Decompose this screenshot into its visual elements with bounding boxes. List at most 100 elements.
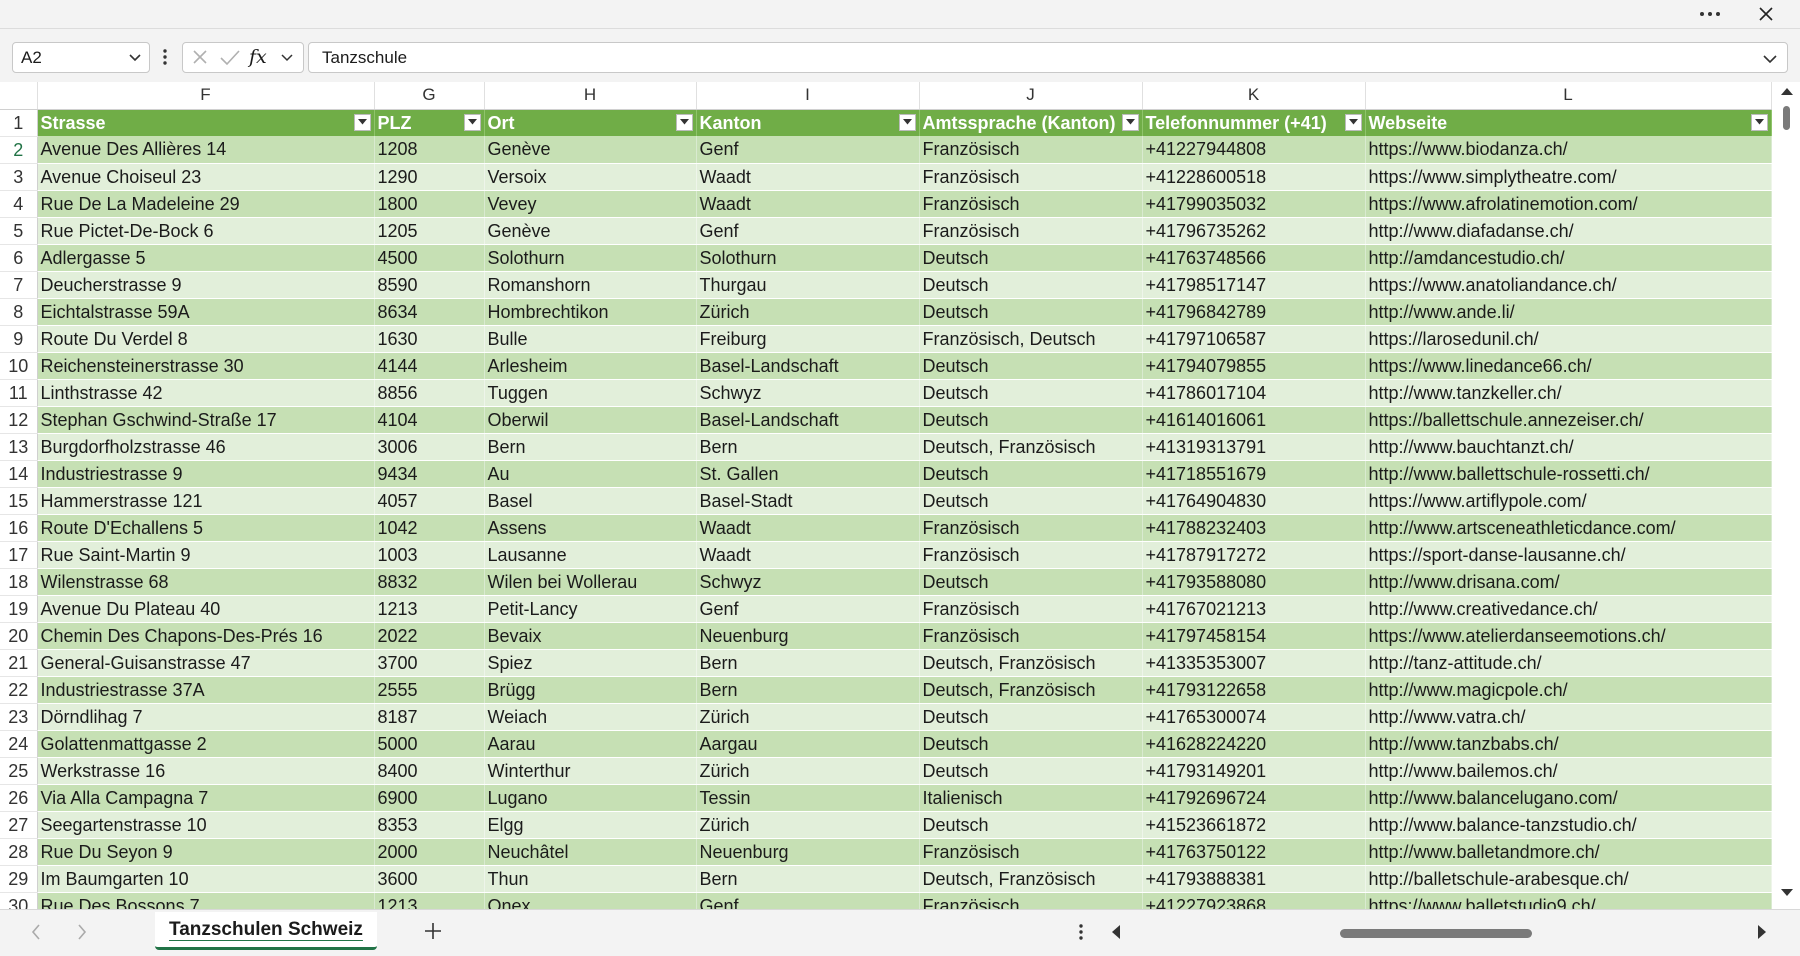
table-cell[interactable]: http://www.tanzbabs.ch/ — [1365, 730, 1772, 758]
table-cell[interactable]: Schwyz — [696, 379, 920, 407]
table-cell[interactable]: Brügg — [484, 676, 697, 704]
table-cell[interactable]: Deutsch — [919, 730, 1143, 758]
table-cell[interactable]: Aargau — [696, 730, 920, 758]
table-cell[interactable]: Basel — [484, 487, 697, 515]
table-cell[interactable]: Seegartenstrasse 10 — [37, 811, 375, 839]
row-number[interactable]: 21 — [0, 649, 38, 677]
table-cell[interactable]: 6900 — [374, 784, 485, 812]
table-cell[interactable]: 2000 — [374, 838, 485, 866]
table-cell[interactable]: Basel-Landschaft — [696, 352, 920, 380]
row-number[interactable]: 19 — [0, 595, 38, 623]
table-cell[interactable]: Französisch — [919, 595, 1143, 623]
table-cell[interactable]: +41765300074 — [1142, 703, 1366, 731]
table-cell[interactable]: Neuenburg — [696, 838, 920, 866]
table-cell[interactable]: Französisch, Deutsch — [919, 325, 1143, 353]
table-cell[interactable]: Freiburg — [696, 325, 920, 353]
table-cell[interactable]: Genève — [484, 217, 697, 245]
column-header[interactable]: I — [696, 82, 920, 110]
table-cell[interactable]: Genf — [696, 136, 920, 164]
expand-formula-bar-icon[interactable] — [1761, 49, 1779, 67]
table-cell[interactable]: http://www.diafadanse.ch/ — [1365, 217, 1772, 245]
formula-input[interactable]: Tanzschule — [308, 42, 1788, 73]
table-cell[interactable]: Lugano — [484, 784, 697, 812]
cancel-entry-icon[interactable] — [191, 48, 209, 71]
column-header[interactable]: L — [1365, 82, 1772, 110]
table-cell[interactable]: 8856 — [374, 379, 485, 407]
row-number[interactable]: 27 — [0, 811, 38, 839]
table-cell[interactable]: https://www.anatoliandance.ch/ — [1365, 271, 1772, 299]
header-cell[interactable]: Telefonnummer (+41) — [1142, 109, 1366, 136]
table-cell[interactable]: +41796735262 — [1142, 217, 1366, 245]
table-cell[interactable]: Bevaix — [484, 622, 697, 650]
header-cell[interactable]: Webseite — [1365, 109, 1772, 136]
more-options-button[interactable] — [1690, 2, 1730, 26]
column-header[interactable]: G — [374, 82, 485, 110]
table-cell[interactable]: Linthstrasse 42 — [37, 379, 375, 407]
table-cell[interactable]: +41794079855 — [1142, 352, 1366, 380]
table-cell[interactable]: Onex — [484, 892, 697, 909]
table-cell[interactable]: Avenue Des Allières 14 — [37, 136, 375, 164]
table-cell[interactable]: +41228600518 — [1142, 163, 1366, 191]
table-cell[interactable]: Burgdorfholzstrasse 46 — [37, 433, 375, 461]
sheet-tab-tanzschulen-schweiz[interactable]: Tanzschulen Schweiz — [155, 912, 377, 950]
table-cell[interactable]: Deucherstrasse 9 — [37, 271, 375, 299]
table-cell[interactable]: Deutsch — [919, 703, 1143, 731]
table-cell[interactable]: Stephan Gschwind-Straße 17 — [37, 406, 375, 434]
table-cell[interactable]: 2555 — [374, 676, 485, 704]
row-number[interactable]: 10 — [0, 352, 38, 380]
table-cell[interactable]: Zürich — [696, 703, 920, 731]
table-cell[interactable]: https://www.atelierdanseemotions.ch/ — [1365, 622, 1772, 650]
table-cell[interactable]: Französisch — [919, 514, 1143, 542]
scroll-left-icon[interactable] — [1110, 924, 1122, 940]
table-cell[interactable]: Solothurn — [696, 244, 920, 272]
table-cell[interactable]: +41718551679 — [1142, 460, 1366, 488]
row-number[interactable]: 2 — [0, 136, 38, 164]
row-number[interactable]: 3 — [0, 163, 38, 191]
row-number[interactable]: 1 — [0, 109, 38, 137]
table-cell[interactable]: Tuggen — [484, 379, 697, 407]
header-cell[interactable]: PLZ — [374, 109, 485, 136]
table-cell[interactable]: Elgg — [484, 811, 697, 839]
table-cell[interactable]: +41763750122 — [1142, 838, 1366, 866]
row-number[interactable]: 26 — [0, 784, 38, 812]
table-cell[interactable]: 1205 — [374, 217, 485, 245]
table-cell[interactable]: Deutsch — [919, 271, 1143, 299]
row-number[interactable]: 5 — [0, 217, 38, 245]
table-cell[interactable]: Italienisch — [919, 784, 1143, 812]
table-cell[interactable]: Deutsch — [919, 811, 1143, 839]
table-cell[interactable]: Bern — [696, 649, 920, 677]
table-cell[interactable]: http://www.bauchtanzt.ch/ — [1365, 433, 1772, 461]
table-cell[interactable]: https://larosedunil.ch/ — [1365, 325, 1772, 353]
name-box[interactable]: A2 — [12, 42, 150, 73]
row-number[interactable]: 17 — [0, 541, 38, 569]
table-cell[interactable]: http://www.magicpole.ch/ — [1365, 676, 1772, 704]
close-button[interactable] — [1746, 2, 1786, 26]
table-cell[interactable]: Schwyz — [696, 568, 920, 596]
table-cell[interactable]: 4057 — [374, 487, 485, 515]
table-cell[interactable]: Thun — [484, 865, 697, 893]
table-cell[interactable]: 1213 — [374, 595, 485, 623]
filter-dropdown-icon[interactable] — [1344, 113, 1362, 131]
function-chevron-icon[interactable] — [279, 48, 295, 71]
table-cell[interactable]: Wilen bei Wollerau — [484, 568, 697, 596]
table-cell[interactable]: +41793588080 — [1142, 568, 1366, 596]
row-number[interactable]: 15 — [0, 487, 38, 515]
table-cell[interactable]: General-Guisanstrasse 47 — [37, 649, 375, 677]
table-cell[interactable]: Zürich — [696, 757, 920, 785]
table-cell[interactable]: Au — [484, 460, 697, 488]
table-cell[interactable]: +41614016061 — [1142, 406, 1366, 434]
table-cell[interactable]: Solothurn — [484, 244, 697, 272]
vertical-scroll-thumb[interactable] — [1783, 106, 1790, 130]
table-cell[interactable]: Tessin — [696, 784, 920, 812]
table-cell[interactable]: 1003 — [374, 541, 485, 569]
table-cell[interactable]: http://www.tanzkeller.ch/ — [1365, 379, 1772, 407]
table-cell[interactable]: 9434 — [374, 460, 485, 488]
table-cell[interactable]: http://www.balance-tanzstudio.ch/ — [1365, 811, 1772, 839]
row-number[interactable]: 24 — [0, 730, 38, 758]
table-cell[interactable]: http://balletschule-arabesque.ch/ — [1365, 865, 1772, 893]
row-number[interactable]: 11 — [0, 379, 38, 407]
previous-sheet-icon[interactable] — [30, 923, 42, 941]
row-number[interactable]: 13 — [0, 433, 38, 461]
table-cell[interactable]: St. Gallen — [696, 460, 920, 488]
table-cell[interactable]: https://www.biodanza.ch/ — [1365, 136, 1772, 164]
